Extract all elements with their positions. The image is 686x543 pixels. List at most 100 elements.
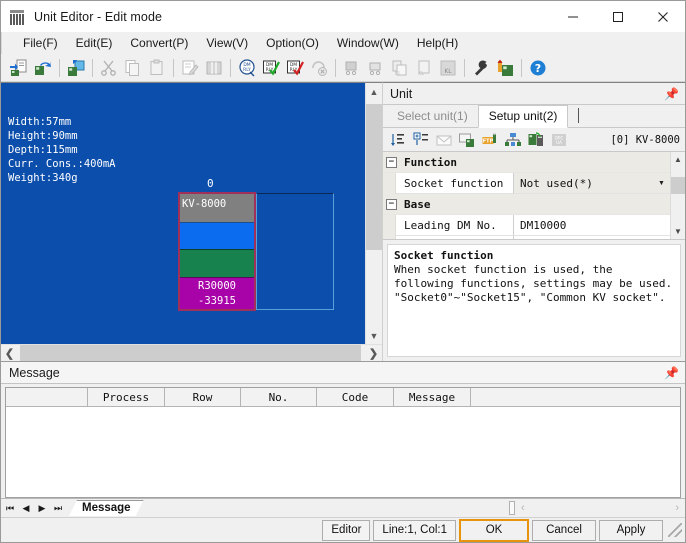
pin-icon[interactable]: 📌 (664, 366, 679, 380)
dm-relay-assign-icon[interactable]: DM RLY (236, 57, 258, 79)
property-row-socket-function[interactable]: Socket function Not used(*) ▼ (383, 173, 670, 194)
menu-view[interactable]: View(V) (197, 34, 257, 52)
dm-relay-check-green-icon[interactable]: DM RLY (260, 57, 282, 79)
record-nav-buttons: ⏮ ◀ ▶ ⏭ (3, 503, 69, 514)
scroll-down-icon[interactable]: ▼ (671, 224, 685, 239)
menu-window[interactable]: Window(W) (328, 34, 408, 52)
message-grid-body[interactable] (6, 407, 680, 497)
tab-setup-unit[interactable]: Setup unit(2) (478, 105, 569, 128)
previous-record-icon[interactable]: ◀ (19, 503, 33, 514)
opc-ua-settings-icon: OPC UA (548, 130, 569, 150)
wrench-tool-icon[interactable] (470, 57, 492, 79)
property-category-function[interactable]: − Function (383, 152, 670, 173)
collapse-icon[interactable]: − (386, 199, 397, 210)
write-unit-config-icon[interactable] (65, 57, 87, 79)
pg-scroll-track[interactable] (671, 167, 685, 224)
property-grid-scrollbar[interactable]: ▲ ▼ (670, 152, 685, 239)
undo-unit-icon[interactable] (32, 57, 54, 79)
close-icon[interactable] (640, 1, 685, 32)
scroll-right-icon[interactable]: ❯ (365, 345, 382, 361)
last-record-icon[interactable]: ⏭ (51, 503, 65, 514)
expand-all-icon[interactable] (410, 130, 431, 150)
svg-text:KL: KL (395, 71, 401, 77)
property-category-label: Function (404, 156, 457, 169)
vscroll-track[interactable] (366, 100, 382, 327)
message-grid-header-row: Process Row No. Code Message (6, 388, 680, 407)
menu-help[interactable]: Help(H) (408, 34, 467, 52)
maximize-icon[interactable] (595, 1, 640, 32)
scroll-left-icon[interactable]: ‹ (521, 502, 525, 514)
scroll-down-icon[interactable]: ▼ (366, 327, 382, 344)
message-sheet-tabs: ⏮ ◀ ▶ ⏭ Message ‹ › (1, 498, 685, 517)
first-record-icon[interactable]: ⏮ (3, 503, 17, 514)
menu-edit[interactable]: Edit(E) (67, 34, 122, 52)
ftp-settings-icon[interactable]: FTP (479, 130, 500, 150)
canvas-horizontal-scrollbar[interactable]: ❮ ❯ (1, 344, 382, 361)
toolbar-separator (464, 59, 465, 77)
empty-slot-outline[interactable] (256, 193, 334, 310)
scroll-right-icon[interactable]: › (675, 502, 679, 514)
scroll-up-icon[interactable]: ▲ (671, 152, 685, 167)
menu-bar: File(F) Edit(E) Convert(P) View(V) Optio… (1, 32, 685, 54)
toolbar-separator (335, 59, 336, 77)
column-header-blank[interactable] (6, 388, 88, 406)
minimize-icon[interactable] (550, 1, 595, 32)
pg-scroll-thumb[interactable] (671, 177, 685, 194)
hscroll-track[interactable] (18, 345, 365, 361)
spec-weight: Weight:340g (8, 172, 78, 184)
property-row-leading-dm-no[interactable]: Leading DM No. DM10000 (383, 215, 670, 236)
help-title: Socket function (394, 249, 674, 262)
chevron-down-icon[interactable]: ▼ (653, 173, 670, 194)
tab-select-unit[interactable]: Select unit(1) (387, 106, 478, 127)
column-header-message[interactable]: Message (394, 388, 471, 406)
property-value[interactable]: DM10000 (514, 215, 670, 236)
cancel-button[interactable]: Cancel (532, 520, 596, 541)
spec-height: Height:90mm (8, 130, 78, 142)
column-header-code[interactable]: Code (317, 388, 394, 406)
main-content-area: Width:57mm Height:90mm Depth:115mm Curr.… (1, 82, 685, 361)
property-category-base[interactable]: − Base (383, 194, 670, 215)
hscroll-thumb[interactable] (20, 345, 361, 361)
unit-update-icon[interactable] (494, 57, 516, 79)
sheet-tab-message[interactable]: Message (69, 500, 144, 516)
column-header-row[interactable]: Row (165, 388, 241, 406)
clear-assign-icon (308, 57, 330, 79)
menu-convert[interactable]: Convert(P) (121, 34, 197, 52)
resize-grip-icon[interactable] (668, 523, 682, 537)
slot-number-label: 0 (207, 177, 214, 190)
network-settings-icon[interactable] (502, 130, 523, 150)
client-settings-icon[interactable] (456, 130, 477, 150)
row-gutter (383, 236, 396, 240)
next-record-icon[interactable]: ▶ (35, 503, 49, 514)
canvas-vertical-scrollbar[interactable]: ▲ ▼ (365, 83, 382, 344)
edit-comment-icon (179, 57, 201, 79)
window-controls (550, 1, 685, 32)
column-header-process[interactable]: Process (88, 388, 165, 406)
unit-canvas[interactable]: Width:57mm Height:90mm Depth:115mm Curr.… (1, 83, 365, 344)
help-question-icon[interactable]: ? (527, 57, 549, 79)
toolbar-separator (92, 59, 93, 77)
device-settings-icon[interactable] (525, 130, 546, 150)
dm-relay-check-red-icon[interactable]: DM RLY (284, 57, 306, 79)
pin-icon[interactable]: 📌 (664, 87, 679, 101)
read-unit-config-icon[interactable] (8, 57, 30, 79)
vscroll-thumb[interactable] (366, 104, 382, 250)
scroll-left-icon[interactable]: ❮ (1, 345, 18, 361)
sort-ascending-icon[interactable] (387, 130, 408, 150)
message-panel-header: Message 📌 (1, 362, 685, 384)
ok-button[interactable]: OK (459, 519, 529, 542)
selected-unit-label: [0] KV-8000 (610, 134, 680, 146)
unit-serial-line1: R30000 (180, 279, 254, 294)
column-header-no[interactable]: No. (241, 388, 317, 406)
menu-option[interactable]: Option(O) (257, 34, 328, 52)
svg-text:UA: UA (556, 140, 562, 145)
message-horizontal-scroll[interactable]: ‹ › (515, 502, 685, 514)
collapse-icon[interactable]: − (386, 157, 397, 168)
property-row-number-of-dms[interactable]: Number of DMs... 230 (383, 236, 670, 240)
apply-button[interactable]: Apply (599, 520, 663, 541)
menu-file[interactable]: File(F) (14, 34, 67, 52)
unit-panel-tabs: Select unit(1) Setup unit(2) (383, 105, 685, 128)
scroll-up-icon[interactable]: ▲ (366, 83, 382, 100)
property-value[interactable]: Not used(*) (514, 173, 653, 194)
unit-module-kv8000[interactable]: KV-8000 R30000 -33915 (178, 192, 256, 311)
